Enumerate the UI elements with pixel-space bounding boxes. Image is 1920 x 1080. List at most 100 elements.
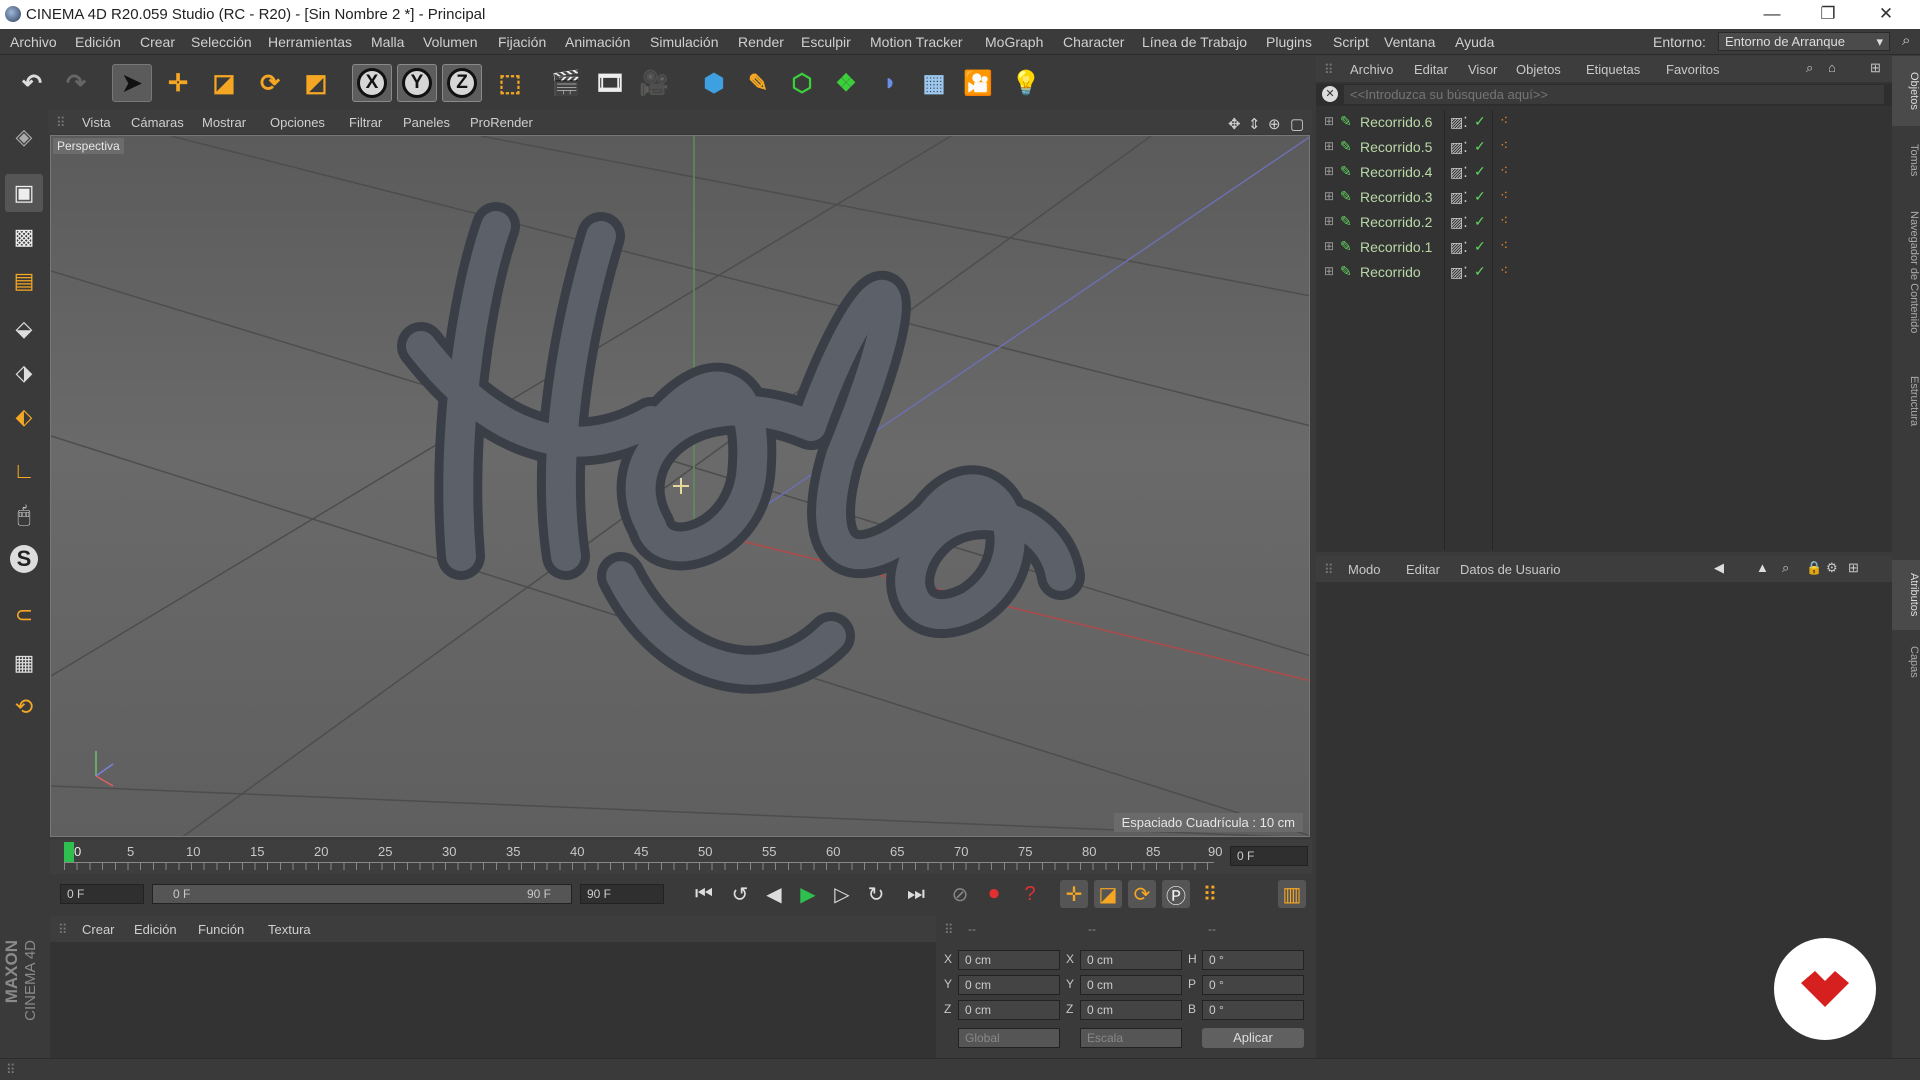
viewport-menu-filtrar[interactable]: Filtrar	[349, 115, 382, 130]
tweak-mode-icon[interactable]: 🖱	[5, 496, 43, 534]
make-editable-icon[interactable]: ◈	[5, 118, 43, 156]
rotate-view-icon[interactable]: ⊕	[1268, 115, 1281, 133]
coord-system-select[interactable]: Global	[958, 1028, 1060, 1048]
rotation-p-field[interactable]: 0 °	[1202, 975, 1304, 995]
back-arrow-icon[interactable]: ◀	[1714, 560, 1724, 576]
object-search-input[interactable]	[1344, 85, 1884, 104]
new-panel-icon[interactable]: ⊞	[1870, 60, 1881, 76]
render-settings-icon[interactable]: 🎥	[634, 64, 674, 102]
enabled-check-icon[interactable]: ✓	[1474, 213, 1486, 230]
viewport-menu-prorender[interactable]: ProRender	[470, 115, 533, 130]
list-item[interactable]: ⊞ ✎ Recorrido.1 ▨⁚ ✓ ⁖	[1316, 235, 1892, 260]
viewport-menu-mostrar[interactable]: Mostrar	[202, 115, 246, 130]
attributes-menu-datos-de-usuario[interactable]: Datos de Usuario	[1460, 562, 1560, 577]
home-icon[interactable]: ⌂	[1828, 60, 1836, 75]
go-to-end-icon[interactable]: ⏭	[902, 880, 930, 908]
axis-mode-icon[interactable]: ∟	[5, 452, 43, 490]
next-frame-icon[interactable]: ▷	[828, 880, 856, 908]
material-menu-funcion[interactable]: Función	[198, 922, 244, 937]
enabled-check-icon[interactable]: ✓	[1474, 138, 1486, 155]
size-z-field[interactable]: 0 cm	[1080, 1000, 1182, 1020]
material-menu-edicion[interactable]: Edición	[134, 922, 177, 937]
start-frame-field[interactable]: 0 F	[60, 884, 144, 904]
menu-archivo[interactable]: Archivo	[10, 34, 57, 50]
list-item[interactable]: ⊞ ✎ Recorrido.2 ▨⁚ ✓ ⁖	[1316, 210, 1892, 235]
render-view-icon[interactable]: 🎬	[546, 64, 586, 102]
lock-icon[interactable]: 🔒	[1806, 560, 1822, 576]
phong-tag-icon[interactable]: ⁖	[1500, 187, 1508, 204]
cloner-icon[interactable]: ❖	[826, 64, 866, 102]
x-axis-lock-button[interactable]: X	[352, 64, 392, 102]
phong-tag-icon[interactable]: ⁖	[1500, 212, 1508, 229]
viewport-menu-camaras[interactable]: Cámaras	[131, 115, 184, 130]
up-arrow-icon[interactable]: ▲	[1756, 560, 1769, 575]
enabled-check-icon[interactable]: ✓	[1474, 163, 1486, 180]
menu-herramientas[interactable]: Herramientas	[268, 34, 352, 50]
size-x-field[interactable]: 0 cm	[1080, 950, 1182, 970]
object-name[interactable]: Recorrido.3	[1360, 189, 1432, 205]
menu-ayuda[interactable]: Ayuda	[1455, 34, 1494, 50]
subdivision-surface-icon[interactable]: ⬡	[782, 64, 822, 102]
material-menu-crear[interactable]: Crear	[82, 922, 115, 937]
keyframe-selection-icon[interactable]: ?	[1016, 880, 1044, 908]
size-y-field[interactable]: 0 cm	[1080, 975, 1182, 995]
tab-capas[interactable]: Capas	[1892, 634, 1920, 690]
workplane-lock-icon[interactable]: ▦	[5, 644, 43, 682]
visibility-dots-icon[interactable]: ▨⁚	[1450, 164, 1468, 181]
menu-linea-de-trabajo[interactable]: Línea de Trabajo	[1142, 34, 1247, 50]
phong-tag-icon[interactable]: ⁖	[1500, 237, 1508, 254]
play-icon[interactable]: ▶	[794, 880, 822, 908]
menu-fijacion[interactable]: Fijación	[498, 34, 546, 50]
record-parameter-icon[interactable]: Ⓟ	[1162, 880, 1190, 908]
object-name[interactable]: Recorrido.6	[1360, 114, 1432, 130]
end-frame-field[interactable]: 90 F	[580, 884, 664, 904]
timeline-ruler[interactable]: 0 5 10 15 20 25 30 35 40 45 50 55 60 65 …	[50, 840, 1312, 874]
visibility-dots-icon[interactable]: ▨⁚	[1450, 239, 1468, 256]
position-x-field[interactable]: 0 cm	[958, 950, 1060, 970]
tab-estructura[interactable]: Estructura	[1892, 356, 1920, 446]
menu-motion-tracker[interactable]: Motion Tracker	[870, 34, 963, 50]
visibility-dots-icon[interactable]: ▨⁚	[1450, 189, 1468, 206]
cube-object-icon[interactable]: ⬢	[694, 64, 734, 102]
record-point-level-icon[interactable]: ⠿	[1196, 880, 1224, 908]
menu-character[interactable]: Character	[1063, 34, 1124, 50]
expand-icon[interactable]: ⊞	[1324, 114, 1334, 128]
camera-icon[interactable]: 🎦	[958, 64, 998, 102]
workplane-icon[interactable]: ▤	[5, 262, 43, 300]
current-frame-field[interactable]: 0 F	[1230, 846, 1308, 866]
settings-icon[interactable]: ⚙	[1826, 560, 1838, 576]
phong-tag-icon[interactable]: ⁖	[1500, 112, 1508, 129]
menu-ventana[interactable]: Ventana	[1384, 34, 1435, 50]
object-name[interactable]: Recorrido	[1360, 264, 1421, 280]
object-name[interactable]: Recorrido.4	[1360, 164, 1432, 180]
scale-tool-icon[interactable]: ◪	[204, 64, 244, 102]
size-mode-select[interactable]: Escala	[1080, 1028, 1182, 1048]
object-name[interactable]: Recorrido.2	[1360, 214, 1432, 230]
objects-menu-favoritos[interactable]: Favoritos	[1666, 62, 1719, 77]
list-item[interactable]: ⊞ ✎ Recorrido.6 ▨⁚ ✓ ⁖	[1316, 110, 1892, 135]
search-icon[interactable]: ⌕	[1782, 560, 1789, 576]
previous-key-icon[interactable]: ↺	[726, 880, 754, 908]
expand-icon[interactable]: ⊞	[1324, 164, 1334, 178]
maximize-view-icon[interactable]: ▢	[1290, 115, 1304, 133]
model-mode-icon[interactable]: ▣	[5, 174, 43, 212]
menu-plugins[interactable]: Plugins	[1266, 34, 1312, 50]
objects-menu-visor[interactable]: Visor	[1468, 62, 1497, 77]
search-icon[interactable]: ⌕	[1902, 32, 1910, 49]
render-picture-viewer-icon[interactable]: 🎞	[590, 64, 630, 102]
tab-objetos[interactable]: Objetos	[1892, 56, 1920, 126]
menu-seleccion[interactable]: Selección	[191, 34, 252, 50]
pen-spline-icon[interactable]: ✎	[738, 64, 778, 102]
objects-menu-etiquetas[interactable]: Etiquetas	[1586, 62, 1640, 77]
recent-tool-icon[interactable]: ◩	[296, 64, 336, 102]
attributes-menu-editar[interactable]: Editar	[1406, 562, 1440, 577]
visibility-dots-icon[interactable]: ▨⁚	[1450, 114, 1468, 131]
menu-crear[interactable]: Crear	[140, 34, 175, 50]
search-icon[interactable]: ⌕	[1806, 60, 1813, 76]
minimize-button[interactable]: —	[1744, 0, 1800, 29]
record-rotation-icon[interactable]: ⟳	[1128, 880, 1156, 908]
visibility-dots-icon[interactable]: ▨⁚	[1450, 139, 1468, 156]
object-name[interactable]: Recorrido.5	[1360, 139, 1432, 155]
floor-scene-icon[interactable]: ▦	[914, 64, 954, 102]
menu-animacion[interactable]: Animación	[565, 34, 630, 50]
